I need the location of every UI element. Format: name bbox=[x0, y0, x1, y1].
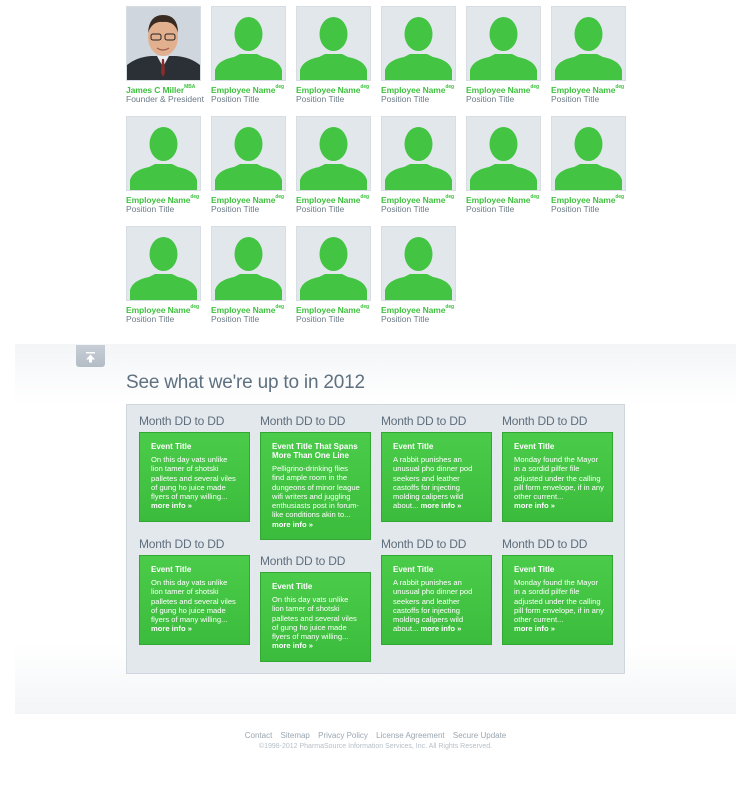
silhouette-photo bbox=[211, 226, 286, 301]
event-card[interactable]: Event Title On this day vats unlike lion… bbox=[260, 572, 371, 662]
team-card[interactable]: Employee Namedeg Position Title bbox=[211, 6, 286, 104]
person-title: Position Title bbox=[551, 94, 600, 104]
person-title: Position Title bbox=[381, 314, 430, 324]
team-card[interactable]: Employee Namedeg Position Title bbox=[296, 6, 371, 104]
team-card[interactable]: Employee Namedeg Position Title bbox=[466, 116, 541, 214]
event-description: Monday found the Mayor in a sordid pilfe… bbox=[514, 578, 604, 634]
silhouette-photo bbox=[381, 116, 456, 191]
silhouette-photo bbox=[126, 116, 201, 191]
event-card[interactable]: Event Title A rabbit punishes an unusual… bbox=[381, 432, 492, 522]
person-title: Position Title bbox=[126, 314, 175, 324]
event-title: Event Title bbox=[393, 442, 434, 451]
event-title: Event Title bbox=[514, 565, 555, 574]
team-card[interactable]: Employee Namedeg Position Title bbox=[466, 6, 541, 104]
team-card[interactable]: Employee Namedeg Position Title bbox=[126, 226, 201, 324]
events-heading: See what we're up to in 2012 bbox=[126, 372, 365, 393]
event-title: Event Title bbox=[151, 442, 192, 451]
event-title: Event Title bbox=[272, 582, 313, 591]
person-title: Position Title bbox=[551, 204, 600, 214]
back-to-top-button[interactable] bbox=[76, 345, 105, 367]
team-card[interactable]: Employee Namedeg Position Title bbox=[551, 116, 626, 214]
event-card[interactable]: Event Title Monday found the Mayor in a … bbox=[502, 555, 613, 645]
silhouette-photo bbox=[551, 116, 626, 191]
event-title: Event Title bbox=[151, 565, 192, 574]
portrait-photo bbox=[126, 6, 201, 81]
person-title: Position Title bbox=[126, 204, 175, 214]
team-card[interactable]: Employee Namedeg Position Title bbox=[551, 6, 626, 104]
person-title: Position Title bbox=[211, 94, 260, 104]
event-date: Month DD to DD bbox=[260, 414, 346, 428]
copyright: ©1998-2012 PharmaSource Information Serv… bbox=[258, 743, 493, 750]
silhouette-photo bbox=[296, 116, 371, 191]
footer-link-privacy[interactable]: Privacy Policy bbox=[318, 731, 368, 740]
person-title: Position Title bbox=[211, 314, 260, 324]
event-description: On this day vats unlike lion tamer of sh… bbox=[272, 595, 357, 651]
more-info-link[interactable]: more info » bbox=[272, 641, 313, 650]
more-info-link[interactable]: more info » bbox=[514, 501, 555, 510]
event-description: Pelligrino-drinking flies find ample roo… bbox=[272, 464, 360, 529]
event-title: Event Title That Spans More Than One Lin… bbox=[272, 442, 358, 460]
silhouette-photo bbox=[466, 6, 541, 81]
person-title: Position Title bbox=[211, 204, 260, 214]
person-title: Position Title bbox=[381, 204, 430, 214]
silhouette-photo bbox=[551, 6, 626, 81]
team-card[interactable]: Employee Namedeg Position Title bbox=[296, 226, 371, 324]
event-date: Month DD to DD bbox=[502, 537, 588, 551]
team-card[interactable]: Employee Namedeg Position Title bbox=[211, 116, 286, 214]
event-date: Month DD to DD bbox=[502, 414, 588, 428]
more-info-link[interactable]: more info » bbox=[151, 501, 192, 510]
footer-link-contact[interactable]: Contact bbox=[245, 731, 273, 740]
event-card[interactable]: Event Title That Spans More Than One Lin… bbox=[260, 432, 371, 540]
more-info-link[interactable]: more info » bbox=[420, 624, 461, 633]
footer-link-sitemap[interactable]: Sitemap bbox=[281, 731, 310, 740]
event-description: On this day vats unlike lion tamer of sh… bbox=[151, 455, 236, 511]
footer-link-license[interactable]: License Agreement bbox=[376, 731, 445, 740]
event-card[interactable]: Event Title A rabbit punishes an unusual… bbox=[381, 555, 492, 645]
person-title: Position Title bbox=[296, 94, 345, 104]
person-title: Founder & President bbox=[126, 94, 204, 104]
team-card[interactable]: Employee Namedeg Position Title bbox=[211, 226, 286, 324]
team-card[interactable]: Employee Namedeg Position Title bbox=[381, 6, 456, 104]
event-card[interactable]: Event Title On this day vats unlike lion… bbox=[139, 432, 250, 522]
more-info-link[interactable]: more info » bbox=[151, 624, 192, 633]
event-date: Month DD to DD bbox=[139, 537, 225, 551]
person-title: Position Title bbox=[466, 204, 515, 214]
footer-nav: Contact Sitemap Privacy Policy License A… bbox=[0, 731, 751, 740]
event-card[interactable]: Event Title On this day vats unlike lion… bbox=[139, 555, 250, 645]
team-card[interactable]: Employee Namedeg Position Title bbox=[381, 116, 456, 214]
silhouette-photo bbox=[296, 6, 371, 81]
event-title: Event Title bbox=[514, 442, 555, 451]
team-card[interactable]: Employee Namedeg Position Title bbox=[126, 116, 201, 214]
silhouette-photo bbox=[126, 226, 201, 301]
more-info-link[interactable]: more info » bbox=[420, 501, 461, 510]
silhouette-photo bbox=[381, 6, 456, 81]
more-info-link[interactable]: more info » bbox=[272, 520, 313, 529]
silhouette-photo bbox=[211, 6, 286, 81]
team-card[interactable]: Employee Namedeg Position Title bbox=[296, 116, 371, 214]
event-date: Month DD to DD bbox=[381, 414, 467, 428]
event-description: On this day vats unlike lion tamer of sh… bbox=[151, 578, 236, 634]
event-title: Event Title bbox=[393, 565, 434, 574]
arrow-up-to-bar-icon bbox=[85, 350, 96, 363]
event-description: Monday found the Mayor in a sordid pilfe… bbox=[514, 455, 604, 511]
event-description: A rabbit punishes an unusual pho dinner … bbox=[393, 455, 473, 511]
team-card[interactable]: Employee Namedeg Position Title bbox=[381, 226, 456, 324]
silhouette-photo bbox=[211, 116, 286, 191]
event-date: Month DD to DD bbox=[139, 414, 225, 428]
person-title: Position Title bbox=[381, 94, 430, 104]
event-date: Month DD to DD bbox=[260, 554, 346, 568]
silhouette-photo bbox=[466, 116, 541, 191]
event-card[interactable]: Event Title Monday found the Mayor in a … bbox=[502, 432, 613, 522]
person-title: Position Title bbox=[296, 314, 345, 324]
silhouette-photo bbox=[296, 226, 371, 301]
event-description: A rabbit punishes an unusual pho dinner … bbox=[393, 578, 473, 634]
more-info-link[interactable]: more info » bbox=[514, 624, 555, 633]
person-title: Position Title bbox=[466, 94, 515, 104]
person-title: Position Title bbox=[296, 204, 345, 214]
silhouette-photo bbox=[381, 226, 456, 301]
event-date: Month DD to DD bbox=[381, 537, 467, 551]
footer-link-secure-update[interactable]: Secure Update bbox=[453, 731, 506, 740]
team-card[interactable]: James C MillerMBA Founder & President bbox=[126, 6, 204, 104]
